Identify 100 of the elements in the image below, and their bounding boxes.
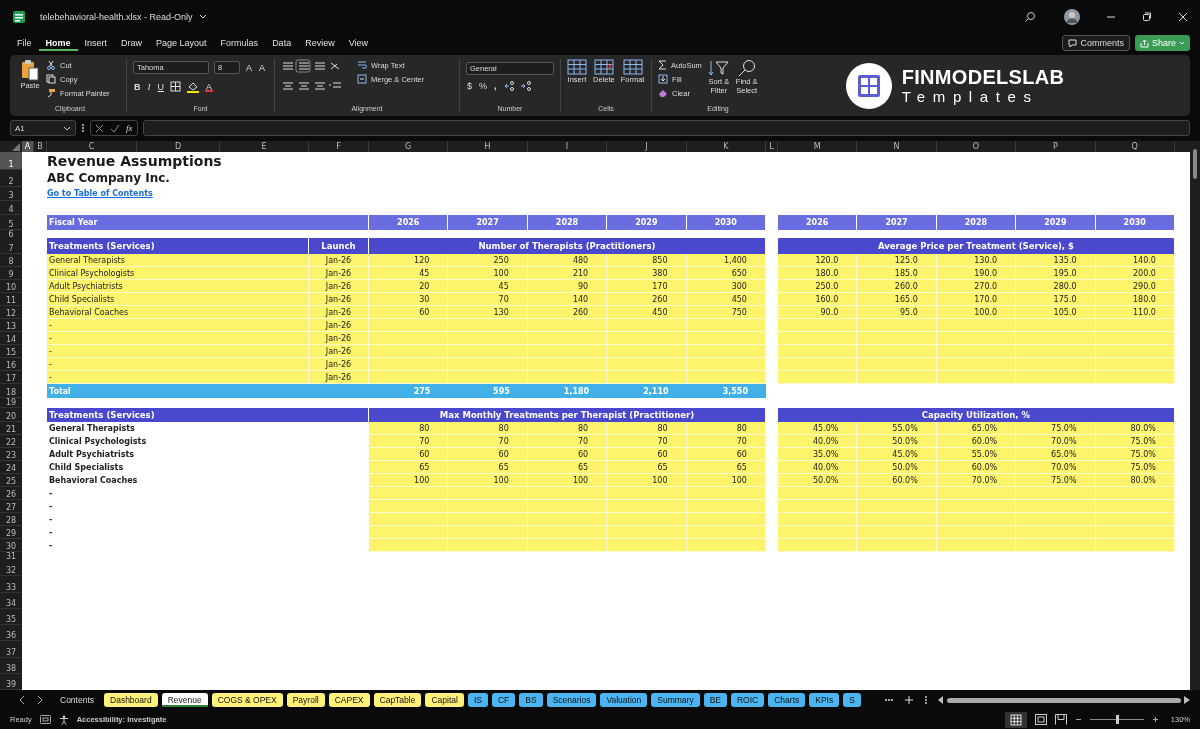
row-header[interactable]: 9 xyxy=(0,267,22,280)
comments-button[interactable]: Comments xyxy=(1062,35,1130,51)
decimal-icons-drawing[interactable] xyxy=(502,79,533,92)
row-header[interactable]: 12 xyxy=(0,306,22,319)
italic-button[interactable]: I xyxy=(146,81,152,92)
row-header[interactable]: 18 xyxy=(0,384,22,398)
column-header[interactable]: E xyxy=(220,141,309,152)
grow-font-button[interactable]: A xyxy=(245,62,253,73)
zoom-out-icon[interactable] xyxy=(1074,716,1082,723)
user-avatar[interactable] xyxy=(1064,8,1080,25)
menu-tab[interactable]: Data xyxy=(265,35,299,51)
row-header[interactable]: 22 xyxy=(0,435,22,448)
row-header[interactable]: 10 xyxy=(0,280,22,293)
currency-button[interactable]: $ xyxy=(466,80,473,91)
row-header[interactable]: 17 xyxy=(0,371,22,384)
row-header[interactable]: 33 xyxy=(0,576,22,593)
sheet-tab[interactable]: CapTable xyxy=(373,693,422,707)
horizontal-scrollbar[interactable] xyxy=(938,696,1190,704)
borders-icon[interactable] xyxy=(170,81,181,92)
sheet-tab[interactable]: CAPEX xyxy=(328,693,370,707)
sheet-tab[interactable]: ROIC xyxy=(731,693,765,707)
sheet-tab[interactable]: Contents xyxy=(54,693,101,707)
row-header[interactable]: 25 xyxy=(0,474,22,487)
page-layout-icon[interactable] xyxy=(1034,714,1047,725)
column-header[interactable]: C xyxy=(47,141,137,152)
sheet-tab[interactable]: Revenue xyxy=(161,693,208,707)
row-header[interactable]: 11 xyxy=(0,293,22,306)
row-header[interactable]: 1 xyxy=(0,152,22,170)
column-header[interactable]: I xyxy=(527,141,608,152)
next-sheet-icon[interactable] xyxy=(36,695,44,705)
sheet-tab[interactable]: Dashboard xyxy=(104,693,158,707)
sheet-tab[interactable]: Payroll xyxy=(286,693,325,707)
table-of-contents-link[interactable]: Go to Table of Contents xyxy=(47,187,153,201)
menu-tab[interactable]: Formulas xyxy=(213,35,266,51)
column-header[interactable]: J xyxy=(607,141,687,152)
row-header[interactable]: 27 xyxy=(0,500,22,513)
sheet-tab[interactable]: Charts xyxy=(768,693,806,707)
normal-view-icon[interactable] xyxy=(1004,711,1027,728)
row-header[interactable]: 32 xyxy=(0,560,22,577)
more-sheets-icon[interactable] xyxy=(884,698,894,702)
column-header[interactable]: G xyxy=(369,141,449,152)
row-header[interactable]: 30 xyxy=(0,539,22,552)
scroll-right-icon[interactable] xyxy=(1184,696,1190,704)
column-header[interactable]: M xyxy=(777,141,858,152)
row-header[interactable]: 24 xyxy=(0,461,22,474)
row-header[interactable]: 8 xyxy=(0,254,22,267)
sheet-tab[interactable]: COGS & OPEX xyxy=(211,693,283,707)
column-header[interactable]: Q xyxy=(1095,141,1175,152)
add-sheet-icon[interactable] xyxy=(904,695,914,705)
row-header[interactable]: 29 xyxy=(0,526,22,539)
sheet-tab[interactable]: IS xyxy=(467,693,488,707)
column-header[interactable]: A xyxy=(22,141,34,152)
row-header[interactable]: 5 xyxy=(0,215,22,230)
more-icon[interactable] xyxy=(924,695,928,705)
comma-style-button[interactable]: , xyxy=(493,80,498,91)
row-header[interactable]: 21 xyxy=(0,422,22,435)
row-header[interactable]: 7 xyxy=(0,238,22,254)
row-header[interactable]: 13 xyxy=(0,319,22,332)
row-header[interactable]: 2 xyxy=(0,170,22,187)
font-color-button[interactable]: A xyxy=(205,81,213,92)
sheet-tab[interactable]: Capital xyxy=(425,693,464,707)
column-header[interactable]: O xyxy=(936,141,1017,152)
sheet-tab[interactable]: S xyxy=(843,693,861,707)
name-box[interactable]: A1 xyxy=(10,120,76,136)
column-header[interactable]: N xyxy=(857,141,937,152)
row-header[interactable]: 16 xyxy=(0,358,22,371)
enter-icon[interactable] xyxy=(110,123,120,133)
column-header[interactable]: B xyxy=(34,141,47,152)
fill-color-icon[interactable] xyxy=(186,80,200,93)
zoom-in-icon[interactable] xyxy=(1151,716,1159,723)
sheet-tab[interactable]: BE xyxy=(703,693,727,707)
column-header[interactable]: K xyxy=(686,141,766,152)
row-header[interactable]: 26 xyxy=(0,487,22,500)
underline-button[interactable]: U xyxy=(156,81,165,92)
menu-tab[interactable]: View xyxy=(341,35,375,51)
shrink-font-button[interactable]: A xyxy=(258,62,267,73)
search-icon[interactable] xyxy=(1024,10,1036,23)
sheet-tab[interactable]: KPIs xyxy=(809,693,840,707)
cell-mode-icon[interactable] xyxy=(39,715,51,724)
restore-icon[interactable] xyxy=(1142,11,1152,22)
column-header[interactable]: L xyxy=(765,141,778,152)
formula-input[interactable] xyxy=(142,120,1190,136)
menu-tab[interactable]: Page Layout xyxy=(149,35,214,51)
share-button[interactable]: Share xyxy=(1134,35,1190,51)
vertical-scrollbar[interactable] xyxy=(1190,141,1200,690)
row-header[interactable]: 23 xyxy=(0,448,22,461)
column-header[interactable]: P xyxy=(1016,141,1096,152)
sheet-tab[interactable]: Valuation xyxy=(600,693,648,707)
insert-function-button[interactable]: fx xyxy=(126,123,133,133)
menu-tab[interactable]: Home xyxy=(38,35,78,51)
sheet-tab[interactable]: Summary xyxy=(651,693,700,707)
page-break-icon[interactable] xyxy=(1054,714,1067,725)
column-header[interactable]: D xyxy=(137,141,220,152)
accessibility-icon[interactable] xyxy=(58,714,69,725)
row-header[interactable]: 15 xyxy=(0,345,22,358)
row-header[interactable]: 37 xyxy=(0,641,22,658)
row-header[interactable]: 20 xyxy=(0,408,22,422)
previous-sheet-icon[interactable] xyxy=(18,695,26,705)
close-icon[interactable] xyxy=(1178,11,1188,22)
scroll-left-icon[interactable] xyxy=(938,696,944,704)
